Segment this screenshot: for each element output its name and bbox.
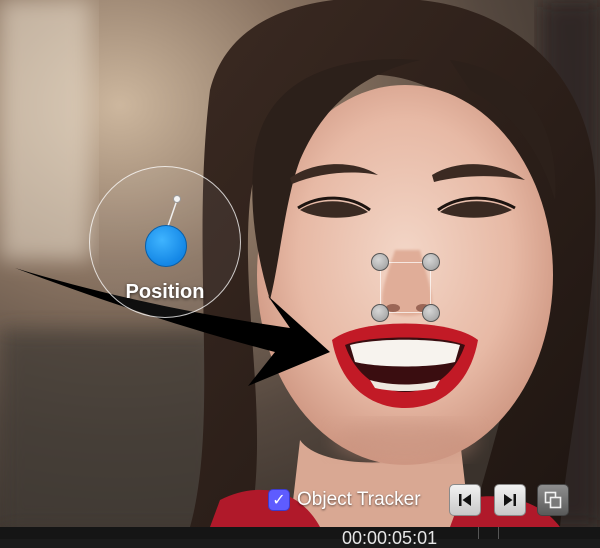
timebar-divider	[478, 527, 479, 539]
checkmark-icon: ✓	[272, 492, 286, 509]
tracker-bounding-box[interactable]	[380, 262, 431, 313]
tracker-handle-top-left[interactable]	[371, 253, 389, 271]
skip-forward-icon	[504, 494, 516, 506]
rotation-handle[interactable]	[173, 195, 181, 203]
tracker-handle-bottom-left[interactable]	[371, 304, 389, 322]
video-viewer[interactable]: Position ✓ Object Tracker	[0, 0, 600, 527]
copy-layers-button[interactable]	[537, 484, 569, 516]
timebar-divider	[498, 527, 499, 539]
timecode-display: 00:00:05:01	[342, 528, 438, 548]
object-tracker-label: Object Tracker	[297, 489, 421, 510]
object-tracker-control[interactable]: ✓ Object Tracker	[268, 487, 421, 513]
position-dot-handle[interactable]	[145, 225, 187, 267]
tracker-handle-top-right[interactable]	[422, 253, 440, 271]
object-tracker-checkbox[interactable]: ✓	[268, 489, 290, 511]
tracker-handle-bottom-right[interactable]	[422, 304, 440, 322]
track-forward-button[interactable]	[494, 484, 526, 516]
video-frame-image	[0, 0, 600, 527]
position-label: Position	[125, 281, 205, 303]
track-backward-button[interactable]	[449, 484, 481, 516]
copy-layers-icon	[544, 491, 562, 509]
skip-backward-icon	[459, 494, 471, 506]
timeline-bar	[0, 527, 600, 539]
